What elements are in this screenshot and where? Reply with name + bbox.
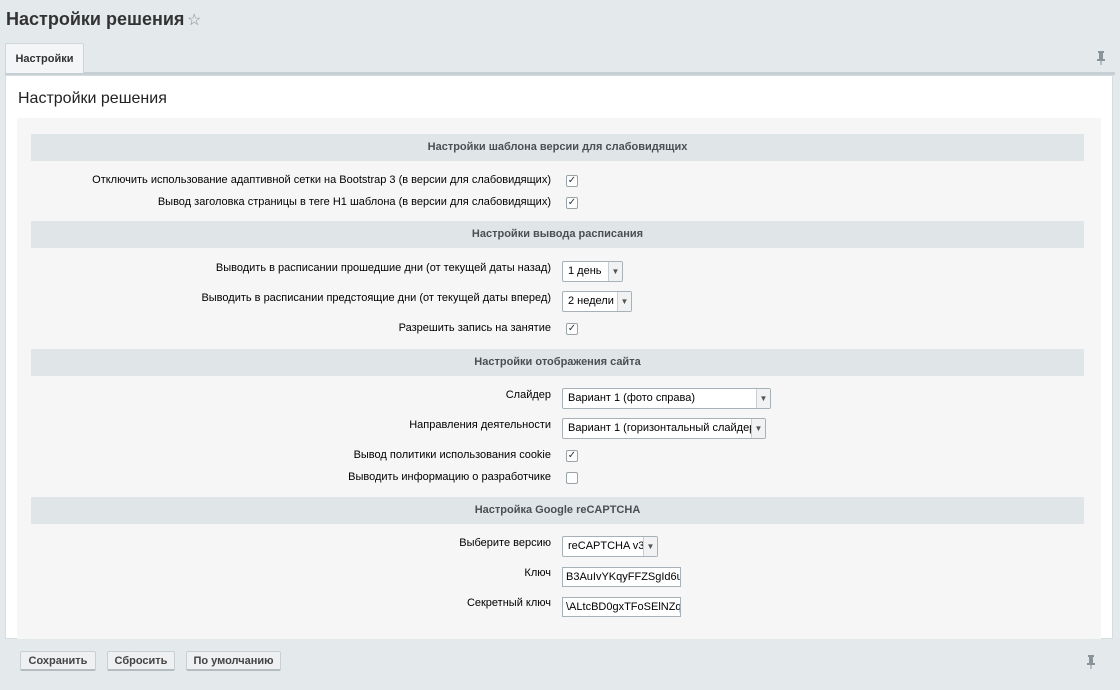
allow-booking-checkbox[interactable]: ✓	[566, 323, 578, 335]
recaptcha-version-label: Выберите версию	[459, 537, 551, 549]
slider-select[interactable]: Вариант 1 (фото справа) ▼	[562, 388, 771, 409]
pin-icon[interactable]	[1096, 51, 1106, 65]
section-header-low-vision: Настройки шаблона версии для слабовидящи…	[31, 134, 1084, 161]
developer-info-checkbox[interactable]	[566, 472, 578, 484]
chevron-down-icon: ▼	[751, 419, 765, 438]
disable-bootstrap-checkbox[interactable]: ✓	[566, 175, 578, 187]
default-button[interactable]: По умолчанию	[186, 651, 281, 671]
cookie-policy-label: Вывод политики использования cookie	[353, 449, 551, 461]
h1-title-label: Вывод заголовка страницы в теге H1 шабло…	[157, 196, 551, 208]
recaptcha-key-input[interactable]: B3AuIvYKqyFFZSgId6u5rc	[562, 567, 681, 587]
slider-value: Вариант 1 (фото справа)	[568, 392, 696, 404]
pin-icon[interactable]	[1086, 655, 1096, 669]
recaptcha-secret-label: Секретный ключ	[466, 597, 551, 609]
cookie-policy-checkbox[interactable]: ✓	[566, 450, 578, 462]
check-icon: ✓	[567, 197, 577, 208]
chevron-down-icon: ▼	[643, 537, 657, 556]
settings-panel: Настройки решения Настройки шаблона верс…	[5, 75, 1113, 639]
chevron-down-icon: ▼	[608, 262, 622, 281]
chevron-down-icon: ▼	[617, 292, 631, 311]
save-button[interactable]: Сохранить	[20, 651, 96, 671]
section-header-display: Настройки отображения сайта	[31, 349, 1084, 376]
star-icon[interactable]: ☆	[187, 10, 201, 30]
recaptcha-version-value: reCAPTCHA v3	[568, 540, 645, 552]
recaptcha-key-label: Ключ	[524, 567, 551, 579]
directions-label: Направления деятельности	[409, 419, 551, 431]
directions-select[interactable]: Вариант 1 (горизонтальный слайдер) ▼	[562, 418, 766, 439]
check-icon: ✓	[567, 450, 577, 461]
panel-title: Настройки решения	[18, 90, 167, 107]
past-days-select[interactable]: 1 день ▼	[562, 261, 623, 282]
past-days-label: Выводить в расписании прошедшие дни (от …	[215, 262, 551, 274]
slider-label: Слайдер	[505, 389, 551, 401]
directions-value: Вариант 1 (горизонтальный слайдер)	[568, 422, 759, 434]
tab-settings[interactable]: Настройки	[5, 43, 84, 73]
chevron-down-icon: ▼	[756, 389, 770, 408]
past-days-value: 1 день	[568, 265, 602, 277]
future-days-value: 2 недели	[568, 295, 614, 307]
h1-title-checkbox[interactable]: ✓	[566, 197, 578, 209]
disable-bootstrap-label: Отключить использование адаптивной сетки…	[92, 174, 551, 186]
future-days-select[interactable]: 2 недели ▼	[562, 291, 632, 312]
settings-form: Настройки шаблона версии для слабовидящи…	[17, 118, 1101, 639]
page-title: Настройки решения	[6, 9, 185, 29]
future-days-label: Выводить в расписании предстоящие дни (о…	[201, 292, 551, 304]
allow-booking-label: Разрешить запись на занятие	[398, 322, 551, 334]
check-icon: ✓	[567, 175, 577, 186]
recaptcha-secret-input[interactable]: \ALtcBD0gxTFoSElNZq3W	[562, 597, 681, 617]
section-header-recaptcha: Настройка Google reCAPTCHA	[31, 497, 1084, 524]
recaptcha-version-select[interactable]: reCAPTCHA v3 ▼	[562, 536, 658, 557]
reset-button[interactable]: Сбросить	[107, 651, 175, 671]
section-header-schedule: Настройки вывода расписания	[31, 221, 1084, 248]
check-icon: ✓	[567, 323, 577, 334]
developer-info-label: Выводить информацию о разработчике	[348, 471, 551, 483]
